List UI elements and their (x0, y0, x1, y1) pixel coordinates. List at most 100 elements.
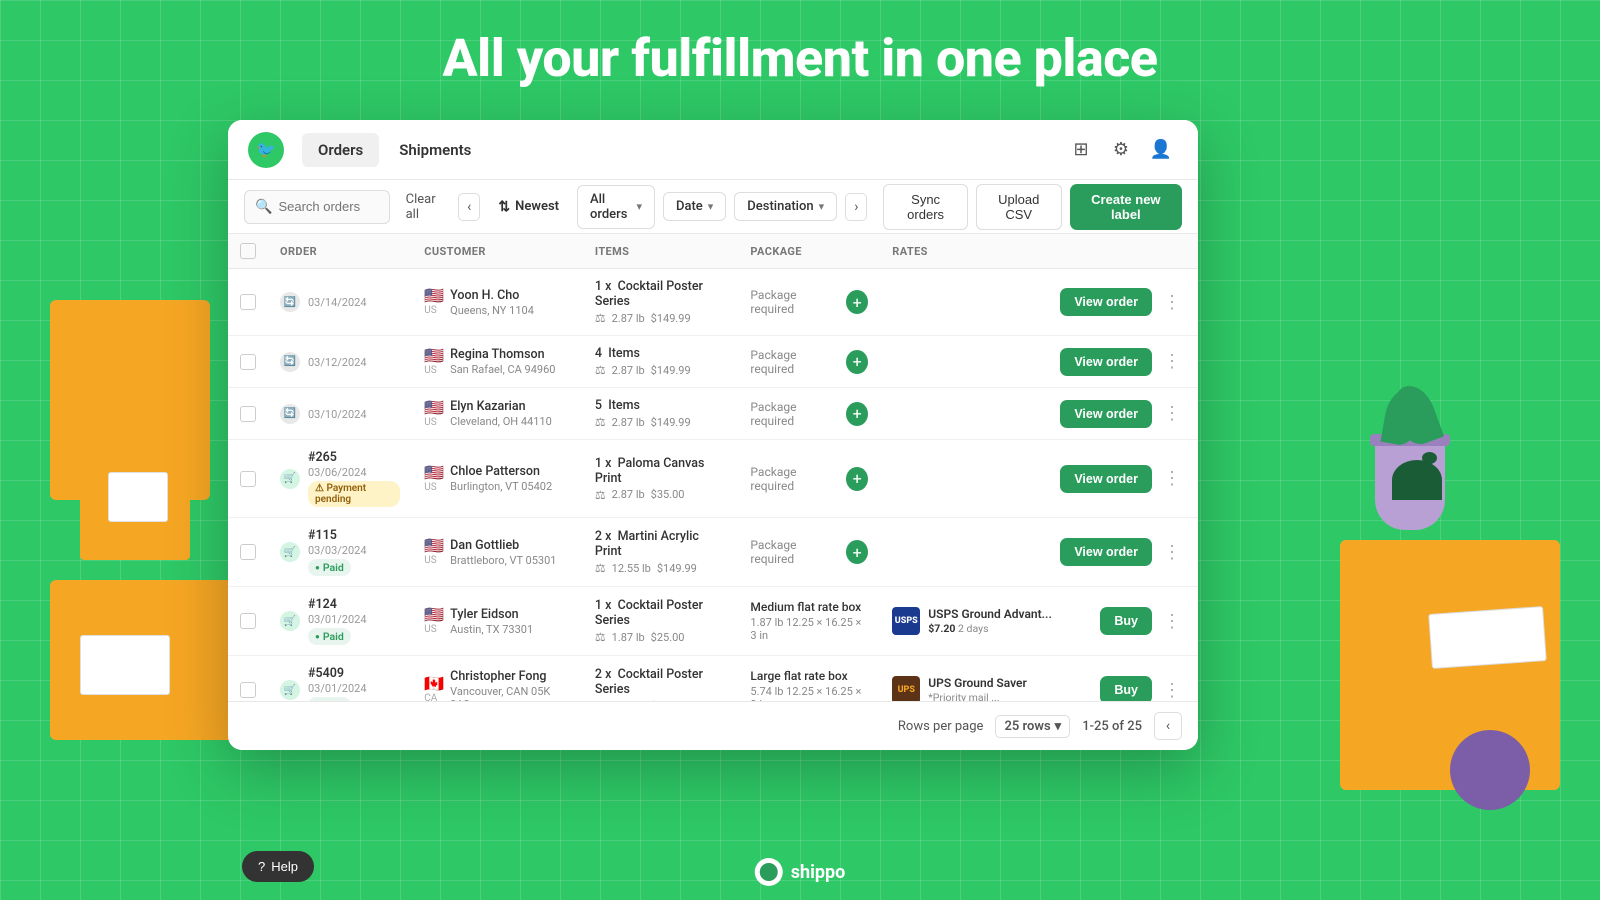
row-checkbox[interactable] (240, 471, 256, 487)
more-options-btn[interactable]: ⋮ (1158, 348, 1186, 376)
add-package-btn[interactable]: + (846, 402, 868, 426)
rates-action-cell: USPS USPS Ground Advant... $7.20 2 days … (892, 607, 1186, 635)
prev-page-btn[interactable]: ‹ (1154, 712, 1182, 740)
weight-icon: ⚖ (595, 561, 606, 575)
action-cell: View order ⋮ (1060, 400, 1186, 428)
clear-button[interactable]: Clear all (398, 188, 450, 226)
view-order-button[interactable]: View order (1060, 465, 1152, 493)
deco-box-left-mid (80, 430, 190, 560)
item-name: 1 x Paloma Canvas Print (595, 456, 727, 486)
order-cell: 🛒 #265 03/06/2024 ⚠ Payment pending (280, 450, 400, 507)
order-icon: 🔄 (280, 352, 300, 372)
package-required-text: Package required (750, 400, 836, 428)
more-filters-btn[interactable]: › (845, 193, 867, 221)
more-options-btn[interactable]: ⋮ (1158, 676, 1186, 701)
more-options-btn[interactable]: ⋮ (1158, 400, 1186, 428)
add-package-btn[interactable]: + (846, 540, 868, 564)
deco-label-left (80, 635, 170, 695)
order-cell: 🛒 #5409 03/01/2024 Paid (280, 666, 400, 701)
order-details: #5409 03/01/2024 Paid (308, 666, 367, 701)
view-order-button[interactable]: View order (1060, 400, 1152, 428)
items-cell: 1 x Cocktail Poster Series ⚖ 1.87 lb $25… (595, 598, 727, 644)
app-window: 🐦 Orders Shipments ⊞ ⚙ 👤 🔍 Clear all ‹ ⇅… (228, 120, 1198, 750)
row-checkbox[interactable] (240, 294, 256, 310)
page-info: 1-25 of 25 (1082, 719, 1142, 734)
all-orders-filter[interactable]: All orders ▾ (577, 185, 655, 229)
add-package-btn[interactable]: + (846, 290, 868, 314)
more-options-btn[interactable]: ⋮ (1158, 288, 1186, 316)
package-cell: Package required + (750, 400, 868, 428)
chevron-down-icon: ▾ (819, 200, 825, 213)
more-options-btn[interactable]: ⋮ (1158, 607, 1186, 635)
package-dimensions: 1.87 lb 12.25 × 16.25 × 3 in (750, 616, 868, 642)
row-checkbox[interactable] (240, 544, 256, 560)
view-order-button[interactable]: View order (1060, 348, 1152, 376)
order-number: #265 (308, 450, 400, 465)
rate-cell: UPS UPS Ground Saver *Priority mail ... (892, 676, 1090, 701)
newest-sort-btn[interactable]: ⇅ Newest (488, 193, 569, 221)
prev-arrow-btn[interactable]: ‹ (458, 193, 480, 221)
order-icon: 🔄 (280, 404, 300, 424)
view-order-button[interactable]: View order (1060, 288, 1152, 316)
user-icon-btn[interactable]: 👤 (1144, 133, 1178, 167)
order-details: #115 03/03/2024 Paid (308, 528, 367, 576)
customer-address: Queens, NY 1104 (450, 304, 534, 317)
weight-icon: ⚖ (595, 415, 606, 429)
customer-info: Regina Thomson San Rafael, CA 94960 (450, 347, 555, 376)
rate-info: UPS Ground Saver *Priority mail ... (928, 676, 1027, 701)
row-checkbox[interactable] (240, 682, 256, 698)
add-package-btn[interactable]: + (846, 350, 868, 374)
sort-icon: ⇅ (498, 199, 510, 215)
settings-icon-btn[interactable]: ⚙ (1104, 133, 1138, 167)
row-checkbox[interactable] (240, 613, 256, 629)
customer-info: Chloe Patterson Burlington, VT 05402 (450, 464, 552, 493)
customer-info: Tyler Eidson Austin, TX 73301 (450, 607, 533, 636)
order-cell: 🔄 03/10/2024 (280, 404, 400, 424)
order-icon: 🛒 (280, 680, 300, 700)
rates-action-cell: View order ⋮ (892, 465, 1186, 493)
select-all-checkbox[interactable] (240, 243, 256, 259)
flag-icon: 🇺🇸 US (424, 348, 444, 376)
hero-title: All your fulfillment in one place (0, 0, 1600, 107)
action-cell: Buy ⋮ (1100, 676, 1186, 701)
more-options-btn[interactable]: ⋮ (1158, 465, 1186, 493)
item-weight: 2.87 lb (612, 312, 645, 325)
destination-filter[interactable]: Destination ▾ (734, 192, 837, 221)
item-price: $35.00 (651, 488, 685, 501)
upload-csv-button[interactable]: Upload CSV (976, 184, 1062, 230)
order-cell: 🔄 03/12/2024 (280, 352, 400, 372)
item-name: 2 x Cocktail Poster Series (595, 667, 727, 697)
rates-action-cell: View order ⋮ (892, 400, 1186, 428)
search-input[interactable] (278, 199, 378, 214)
nav-tab-orders[interactable]: Orders (302, 133, 379, 167)
item-weight: 2.87 lb (612, 416, 645, 429)
buy-button[interactable]: Buy (1100, 676, 1152, 701)
create-new-label-button[interactable]: Create new label (1070, 184, 1182, 230)
row-checkbox[interactable] (240, 354, 256, 370)
buy-button[interactable]: Buy (1100, 607, 1152, 635)
sync-orders-button[interactable]: Sync orders (883, 184, 967, 230)
search-box[interactable]: 🔍 (244, 190, 390, 224)
row-checkbox[interactable] (240, 406, 256, 422)
rows-per-page-label: Rows per page (898, 719, 984, 734)
help-button[interactable]: ? Help (242, 851, 314, 882)
country-code: US (424, 482, 444, 493)
add-package-btn[interactable]: + (846, 467, 868, 491)
package-cell: Package required + (750, 348, 868, 376)
grid-icon-btn[interactable]: ⊞ (1064, 133, 1098, 167)
package-cell: Package required + (750, 538, 868, 566)
help-icon: ? (258, 859, 265, 874)
table-row: 🛒 #115 03/03/2024 Paid 🇺🇸 US Dan Gottlie… (228, 518, 1198, 587)
more-options-btn[interactable]: ⋮ (1158, 538, 1186, 566)
items-cell: 4 Items ⚖ 2.87 lb $149.99 (595, 346, 727, 377)
flag-icon: 🇺🇸 US (424, 288, 444, 316)
order-number: #115 (308, 528, 367, 543)
view-order-button[interactable]: View order (1060, 538, 1152, 566)
customer-cell: 🇺🇸 US Yoon H. Cho Queens, NY 1104 (424, 288, 571, 317)
customer-address: Cleveland, OH 44110 (450, 415, 552, 428)
rows-dropdown[interactable]: 25 rows ▾ (995, 715, 1070, 738)
order-icon: 🛒 (280, 542, 300, 562)
date-filter[interactable]: Date ▾ (663, 192, 726, 221)
package-required-text: Package required (750, 538, 836, 566)
nav-tab-shipments[interactable]: Shipments (383, 133, 487, 167)
